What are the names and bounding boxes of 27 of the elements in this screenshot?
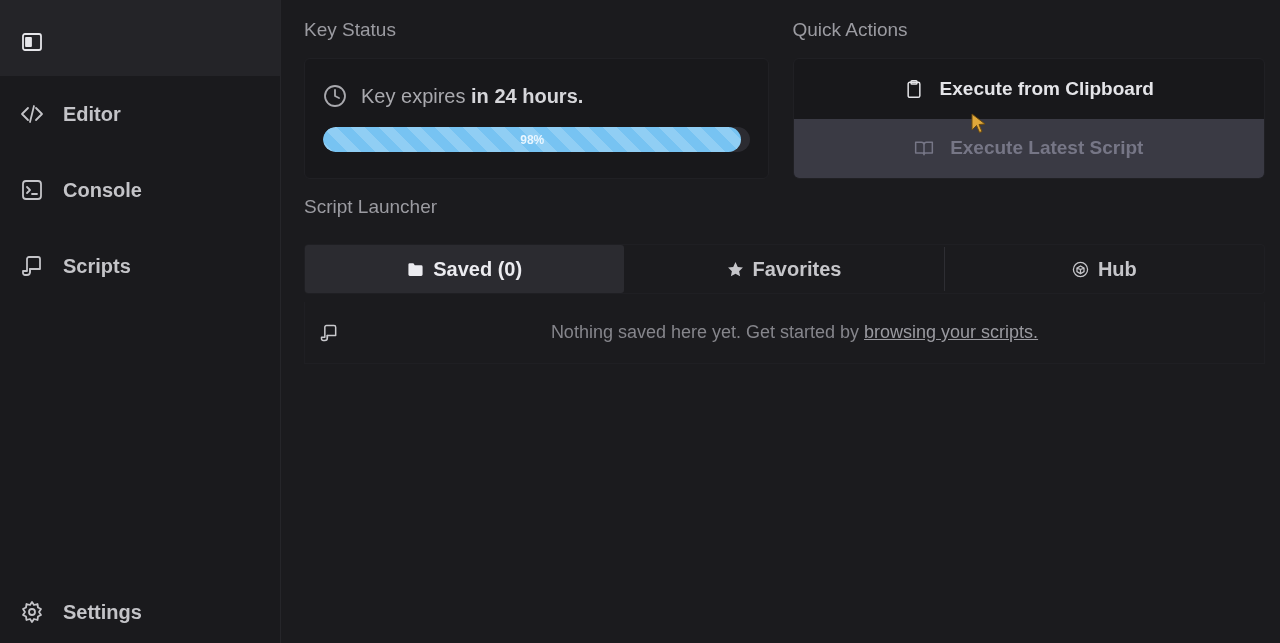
progress-label: 98% [520, 131, 545, 149]
sidebar-item[interactable]: Settings [0, 581, 280, 643]
empty-state-text: Nothing saved here yet. Get started by browsing your scripts. [549, 321, 1040, 344]
cube-icon [1071, 260, 1089, 278]
scroll-icon [20, 254, 44, 278]
action-button[interactable]: Execute from Clipboard [793, 59, 1264, 119]
section-heading: Quick Actions [792, 18, 908, 42]
code-icon [20, 102, 44, 126]
terminal-icon [20, 178, 44, 202]
sidebar-item[interactable]: Editor [0, 76, 280, 152]
tab[interactable]: Hub [944, 245, 1264, 293]
clock-icon [323, 84, 347, 108]
scroll-icon [319, 322, 339, 343]
tab[interactable]: Saved (0) [305, 245, 625, 293]
sidebar-item[interactable] [0, 0, 280, 76]
window-icon [20, 30, 44, 54]
tab[interactable]: Favorites [624, 245, 944, 293]
section-heading: Key Status [304, 18, 396, 42]
star-icon [726, 260, 744, 278]
section-heading: Script Launcher [304, 195, 438, 219]
sidebar-item[interactable]: Scripts [0, 228, 280, 304]
cursor-icon [970, 113, 986, 133]
settings-icon [20, 600, 44, 624]
sidebar-item[interactable]: Console [0, 152, 280, 228]
expiry-text: Key expires in 24 hours. [361, 84, 584, 109]
browse-scripts-link[interactable]: browsing your scripts. [864, 322, 1039, 342]
folder-icon [407, 260, 425, 278]
